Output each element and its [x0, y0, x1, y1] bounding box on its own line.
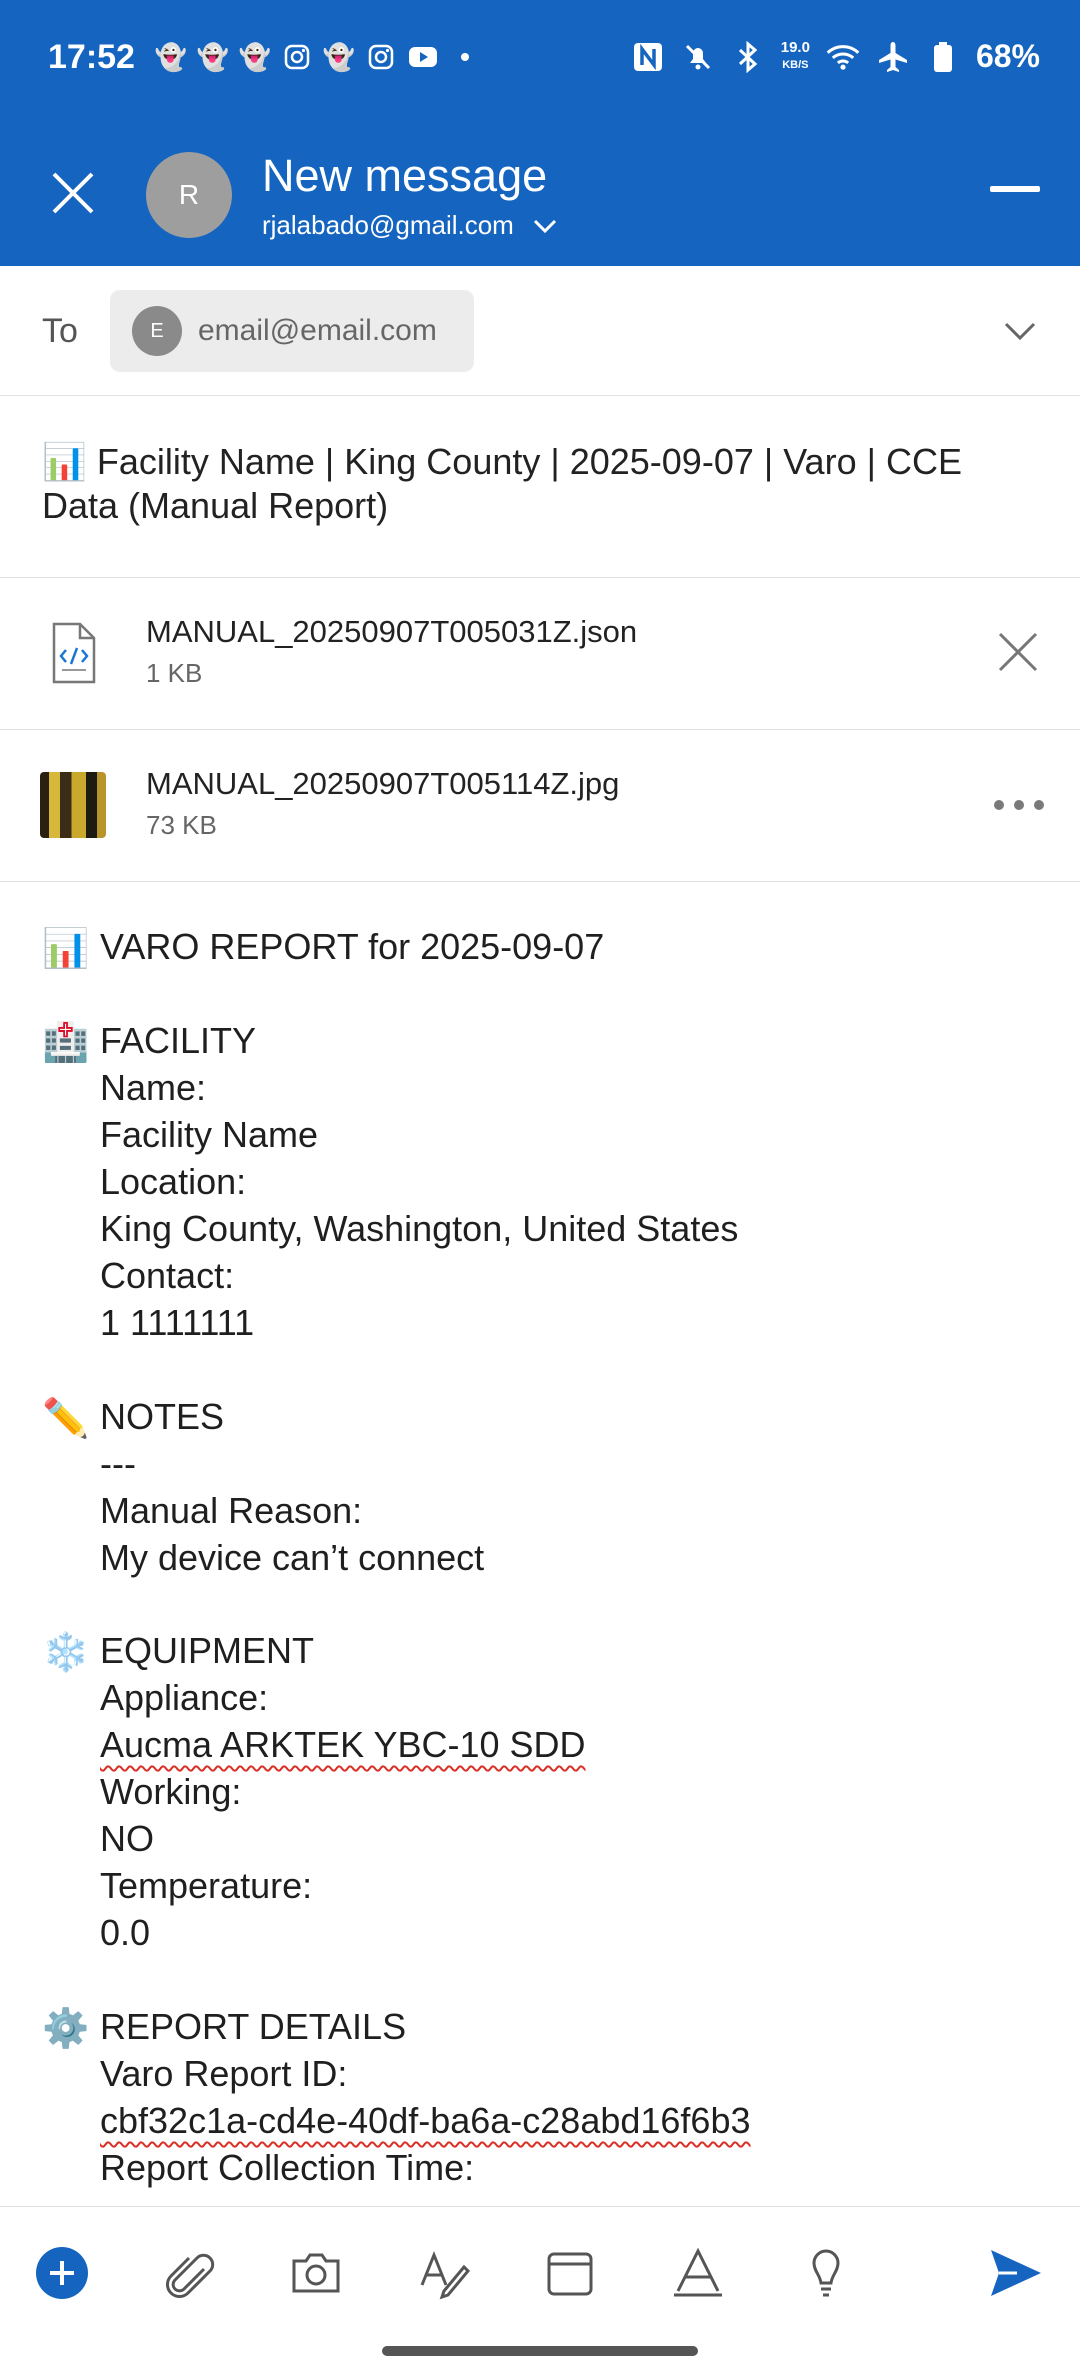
attachment-name: MANUAL_20250907T005031Z.json: [146, 614, 638, 649]
report-title: VARO REPORT for 2025-09-07: [100, 926, 605, 967]
manual-reason-label: Manual Reason:: [100, 1490, 363, 1531]
from-account-email: rjalabado@gmail.com: [262, 210, 514, 240]
notes-heading: NOTES: [100, 1396, 225, 1437]
more-notifications-dot: [450, 42, 480, 72]
expand-recipients-icon[interactable]: [1000, 310, 1040, 350]
to-label: To: [42, 312, 78, 350]
recipient-email: email@email.com: [198, 314, 437, 347]
add-icon[interactable]: [32, 2243, 92, 2303]
attachment-item[interactable]: MANUAL_20250907T005114Z.jpg 73 KB: [0, 730, 1080, 882]
gear-emoji: ⚙️: [42, 2008, 90, 2050]
home-indicator[interactable]: [382, 2346, 698, 2356]
appliance-value-text: Aucma ARKTEK YBC-10 SDD: [100, 1724, 586, 1765]
bar-chart-emoji: 📊: [42, 928, 90, 970]
recipient-chip[interactable]: E email@email.com: [110, 290, 474, 372]
temperature-value: 0.0: [100, 1912, 151, 1953]
appliance-value: Aucma ARKTEK YBC-10 SDD: [100, 1724, 586, 1766]
camera-icon[interactable]: [286, 2243, 346, 2303]
report-id-value: cbf32c1a-cd4e-40df-ba6a-c28abd16f6b3: [100, 2100, 751, 2142]
report-details-heading: REPORT DETAILS: [100, 2006, 407, 2047]
nfc-icon: [631, 40, 665, 74]
to-field-row: To E email@email.com: [0, 266, 1080, 396]
network-speed: 19.0 KB/S: [781, 40, 810, 73]
pencil-emoji: ✏️: [42, 1398, 90, 1440]
facility-contact-value: 1 1111111: [100, 1302, 255, 1343]
format-text-icon[interactable]: [414, 2243, 474, 2303]
network-speed-unit: KB/S: [782, 59, 809, 71]
working-value: NO: [100, 1818, 154, 1859]
attachment-size: 73 KB: [146, 810, 217, 840]
attach-icon[interactable]: [160, 2243, 220, 2303]
subject-field[interactable]: 📊 Facility Name | King County | 2025-09-…: [42, 440, 1042, 528]
wifi-icon: [826, 40, 860, 74]
system-icons: 19.0 KB/S 68%: [631, 38, 1040, 75]
sender-avatar[interactable]: R: [146, 152, 232, 238]
battery-percent: 68%: [975, 38, 1040, 74]
manual-reason-value: My device can’t connect: [100, 1537, 485, 1578]
snapchat-icon: 👻: [322, 41, 356, 72]
minimize-button[interactable]: [990, 186, 1040, 192]
compose-title: New message: [262, 150, 548, 201]
equipment-heading: EQUIPMENT: [100, 1630, 315, 1671]
collection-time-label: Report Collection Time:: [100, 2147, 475, 2188]
image-thumbnail: [40, 772, 106, 838]
instagram-icon: [366, 42, 396, 72]
subject-text: Facility Name | King County | 2025-09-07…: [42, 441, 962, 526]
airplane-mode-icon: [876, 40, 910, 74]
bar-chart-emoji: 📊: [42, 441, 87, 482]
status-bar: 17:52 👻 👻 👻 👻 19.0 KB/S 68%: [0, 0, 1080, 120]
send-icon[interactable]: [986, 2243, 1046, 2303]
close-icon[interactable]: [40, 160, 106, 226]
template-icon[interactable]: [540, 2243, 600, 2303]
facility-name-value: Facility Name: [100, 1114, 319, 1155]
attachment-size: 1 KB: [146, 658, 203, 688]
more-options-icon[interactable]: [994, 800, 1044, 814]
report-id-value-text: cbf32c1a-cd4e-40df-ba6a-c28abd16f6b3: [100, 2100, 751, 2141]
instagram-icon: [282, 42, 312, 72]
bluetooth-icon: [731, 40, 765, 74]
font-icon[interactable]: [668, 2243, 728, 2303]
facility-location-label: Location:: [100, 1161, 247, 1202]
code-file-icon: [42, 620, 104, 686]
snapchat-icon: 👻: [238, 41, 272, 72]
facility-location-value: King County, Washington, United States: [100, 1208, 739, 1249]
attachment-item[interactable]: MANUAL_20250907T005031Z.json 1 KB: [0, 578, 1080, 730]
facility-heading: FACILITY: [100, 1020, 257, 1061]
notes-divider: ---: [100, 1443, 136, 1484]
appliance-label: Appliance:: [100, 1677, 269, 1718]
remove-attachment-icon[interactable]: [994, 628, 1042, 676]
chevron-down-icon: [533, 219, 556, 233]
mute-icon: [681, 40, 715, 74]
recipient-avatar: E: [132, 306, 182, 356]
snowflake-emoji: ❄️: [42, 1632, 90, 1674]
attachment-name: MANUAL_20250907T005114Z.jpg: [146, 766, 620, 801]
notification-icons: 👻 👻 👻 👻: [154, 41, 480, 72]
battery-icon: [926, 40, 960, 74]
report-id-label: Varo Report ID:: [100, 2053, 348, 2094]
status-time: 17:52: [48, 38, 135, 76]
compose-toolbar: [0, 2206, 1080, 2336]
from-account-selector[interactable]: rjalabado@gmail.com: [262, 210, 558, 241]
facility-contact-label: Contact:: [100, 1255, 235, 1296]
ideas-icon[interactable]: [796, 2243, 856, 2303]
hospital-emoji: 🏥: [42, 1022, 90, 1064]
youtube-icon: [408, 42, 438, 72]
snapchat-icon: 👻: [154, 41, 188, 72]
temperature-label: Temperature:: [100, 1865, 313, 1906]
facility-name-label: Name:: [100, 1067, 207, 1108]
app-header: 17:52 👻 👻 👻 👻 19.0 KB/S 68% R New messag…: [0, 0, 1080, 266]
network-speed-value: 19.0: [780, 39, 810, 56]
working-label: Working:: [100, 1771, 242, 1812]
snapchat-icon: 👻: [196, 41, 230, 72]
subject-row[interactable]: 📊 Facility Name | King County | 2025-09-…: [0, 396, 1080, 578]
